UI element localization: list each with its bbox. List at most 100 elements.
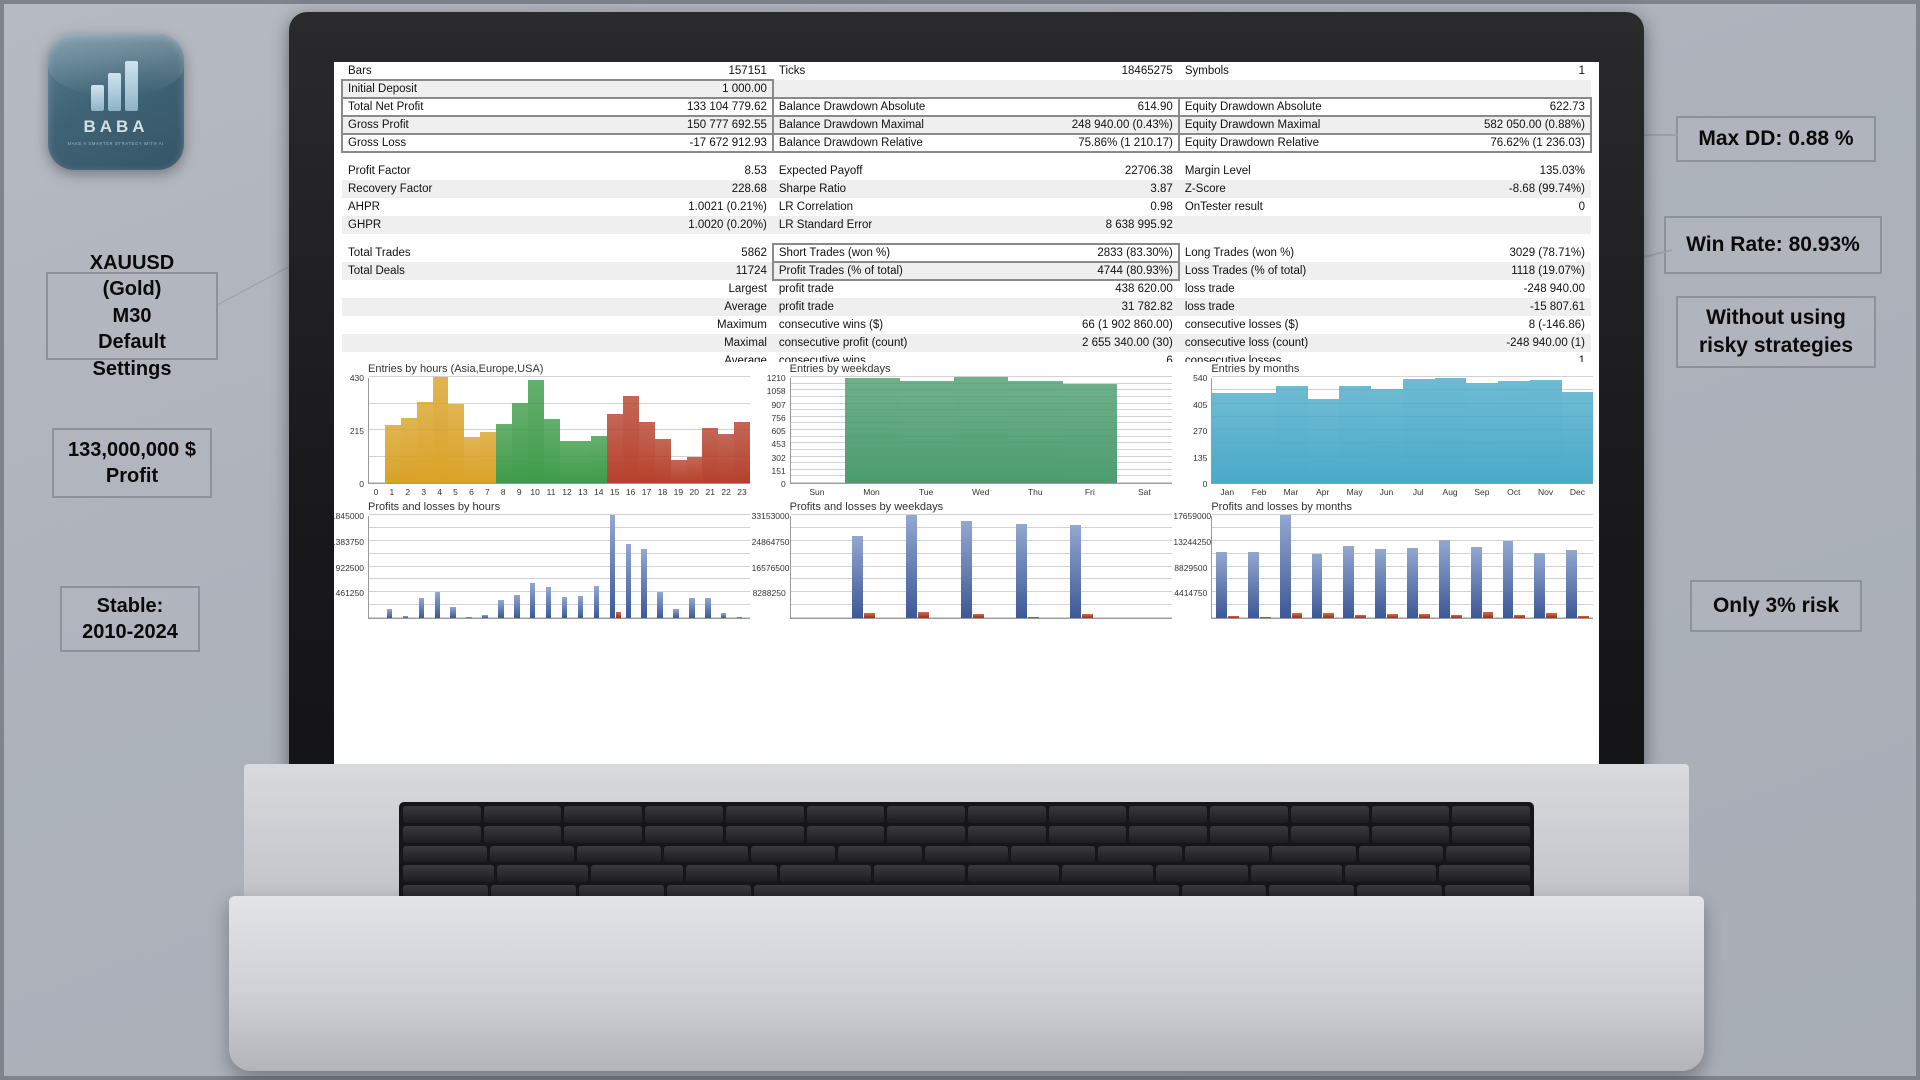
chart-title: Entries by weekdays — [789, 363, 891, 375]
chart-gridline — [1212, 539, 1594, 541]
chart-bars — [1212, 378, 1594, 483]
report-cell-value: 0.98 — [1150, 201, 1173, 213]
chart-bar-group — [561, 596, 574, 618]
chart-x-tick-label: Feb — [1251, 487, 1267, 497]
keyboard-key — [1156, 865, 1248, 883]
chart-bar-group — [545, 586, 558, 618]
chart-bar — [1062, 383, 1118, 483]
chart-y-tick-label: 756 — [771, 412, 786, 423]
report-cell-label: Maximal — [724, 337, 767, 349]
keyboard-key — [779, 865, 871, 883]
callout-risk-percent: Only 3% risk — [1690, 580, 1862, 632]
chart-profits-losses-by-hours: Profits and losses by hours 461250 922500 1… — [334, 500, 756, 625]
report-cell-value: 1.0020 (0.20%) — [688, 219, 767, 231]
chart-y-tick-label: 922500 — [335, 562, 364, 573]
chart-x-tick-label: 18 — [657, 487, 668, 497]
chart-x-tick-label: 7 — [485, 487, 490, 497]
chart-bar-group — [1311, 553, 1335, 618]
report-cell-value: 4744 (80.93%) — [1097, 265, 1173, 277]
chart-x-tick-label: Nov — [1538, 487, 1554, 497]
chart-bar-group — [498, 599, 510, 618]
report-cell-value: 1118 (19.07%) — [1511, 265, 1585, 277]
report-cell-label: Gross Loss — [348, 137, 407, 149]
report-row: Gross Profit 150 777 692.55 Balance Drawdo… — [341, 115, 1592, 135]
chart-bar — [543, 418, 560, 483]
chart-bar-profit — [1566, 549, 1578, 618]
chart-bar-group — [1343, 546, 1367, 618]
chart-bar-profit — [1015, 524, 1027, 618]
report-cell-value: 76.62% (1 236.03) — [1490, 137, 1585, 149]
keyboard-key — [663, 845, 748, 863]
chart-y-tick-label: 0 — [780, 479, 786, 489]
chart-bar — [496, 423, 512, 483]
keyboard-key — [1452, 825, 1531, 843]
chart-y-tick-label: 8829500 — [1174, 562, 1208, 573]
report-cell-value: -8.68 (99.74%) — [1508, 183, 1585, 195]
chart-x-tick-label: 19 — [673, 487, 684, 497]
chart-y-tick-label: 453 — [771, 439, 786, 450]
chart-x-tick-label: 13 — [578, 487, 588, 497]
chart-x-tick-label: 6 — [469, 487, 474, 497]
report-cell-value: 135.03% — [1539, 165, 1585, 177]
chart-x-tick-label: 16 — [625, 487, 636, 497]
report-cell-value: 22706.38 — [1124, 165, 1173, 177]
report-cell: Maximal — [342, 334, 773, 352]
chart-bar-group — [1375, 549, 1398, 618]
chart-y-tick-label: 270 — [1193, 426, 1208, 436]
chart-x-tick-label: 23 — [737, 487, 747, 497]
chart-bar-profit — [593, 586, 600, 618]
report-cell: Total Net Profit 133 104 779.62 — [341, 97, 774, 117]
report-row: Total Trades 5862 Short Trades (won %) 2833… — [342, 243, 1591, 263]
chart-x-tick-label: 5 — [453, 487, 458, 497]
chart-gridline — [369, 376, 750, 377]
keyboard-key — [1048, 825, 1127, 843]
chart-x-tick-label: 2 — [405, 487, 411, 497]
report-cell-label: Balance Drawdown Absolute — [778, 101, 926, 113]
chart-bar — [1561, 391, 1594, 483]
keyboard-key — [873, 865, 966, 883]
report-cell-value: 18465275 — [1121, 65, 1173, 77]
chart-bar — [1434, 378, 1467, 483]
report-cell-label: loss trade — [1184, 283, 1235, 295]
report-cell-label: Balance Drawdown Relative — [778, 137, 923, 149]
chart-bar — [702, 427, 719, 483]
chart-bar-profit — [561, 596, 568, 618]
chart-y-tick-label: 605 — [771, 426, 786, 436]
chart-bar-group — [577, 596, 590, 618]
chart-x-tick-label: Tue — [918, 487, 934, 497]
report-cell-label: Total Trades — [348, 247, 411, 259]
chart-bar-profit — [609, 515, 616, 618]
keyboard-key — [1129, 806, 1208, 823]
chart-bar-profit — [851, 535, 863, 618]
report-cell-value: 0 — [1578, 201, 1585, 213]
report-cell: loss trade -15 807.61 — [1179, 298, 1591, 316]
chart-y-tick-label: 0 — [1202, 479, 1208, 489]
report-charts: Entries by hours (Asia,Europe,USA) 0 215 43… — [334, 362, 1599, 774]
chart-x-tick-label: 20 — [689, 487, 700, 497]
report-cell: Balance Drawdown Absolute 614.90 — [771, 97, 1180, 117]
chart-bar-group — [609, 515, 622, 618]
report-cell: Z-Score -8.68 (99.74%) — [1179, 180, 1591, 198]
report-cell: Equity Drawdown Maximal 582 050.00 (0.88%… — [1177, 115, 1592, 135]
report-cell-value: 1 — [1578, 65, 1585, 77]
report-cell-value: 622.73 — [1549, 101, 1585, 113]
chart-bar-group — [482, 614, 494, 618]
keyboard-row — [403, 806, 1531, 823]
chart-bar-group — [906, 515, 930, 618]
chart-bar — [718, 434, 735, 483]
keyboard-key — [483, 806, 562, 823]
keyboard-key — [1272, 845, 1357, 863]
chart-x-tick-label: 8 — [500, 487, 506, 497]
report-cell-value: -248 940.00 — [1523, 283, 1585, 295]
chart-bar-group — [1534, 552, 1558, 618]
chart-x-tick-label: Jan — [1220, 487, 1235, 497]
chart-bar-loss — [863, 612, 875, 618]
chart-bar-loss — [1027, 617, 1039, 618]
chart-title: Profits and losses by months — [1211, 501, 1352, 513]
chart-gridline — [369, 552, 750, 554]
chart-bar-group — [625, 543, 638, 618]
chart-x-tick-label: 0 — [373, 487, 379, 497]
report-cell-label: Profit Factor — [348, 165, 411, 177]
chart-title: Profits and losses by weekdays — [789, 501, 944, 513]
report-cell-value: 8.53 — [744, 165, 767, 177]
